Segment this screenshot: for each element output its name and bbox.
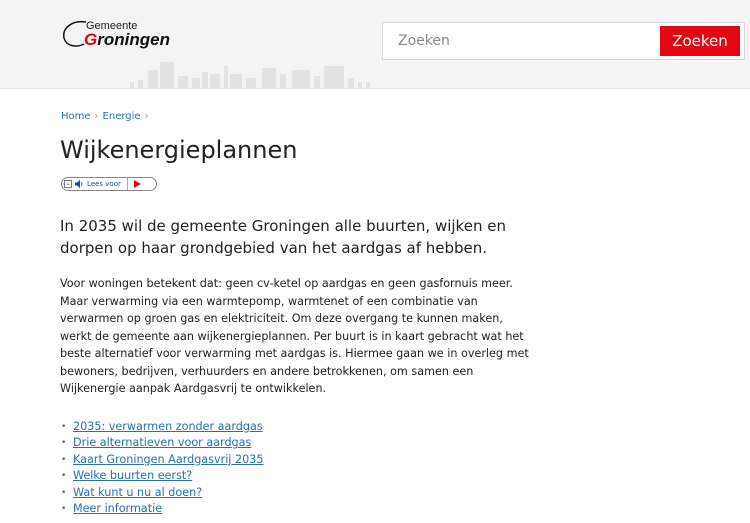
body-text: Voor woningen betekent dat: geen cv-kete… (60, 277, 529, 395)
bullet-icon: • (61, 471, 67, 482)
site-header: Gemeente Groningen Zoeken (0, 0, 750, 89)
list-item: • 2035: verwarmen zonder aardgas (61, 419, 263, 435)
list-item: • Kaart Groningen Aardgasvrij 2035 (61, 452, 263, 468)
search-button[interactable]: Zoeken (660, 26, 740, 56)
list-item: • Wat kunt u nu al doen? (61, 485, 263, 501)
bullet-icon: • (61, 504, 67, 515)
breadcrumb-energie[interactable]: Energie (103, 111, 141, 122)
breadcrumb: Home › Energie › (61, 111, 153, 122)
divider (126, 178, 128, 190)
chevron-right-icon: › (144, 111, 149, 122)
bullet-icon: • (61, 454, 67, 465)
page-title: Wijkenergieplannen (60, 136, 298, 164)
list-item: • Drie alternatieven voor aardgas (61, 435, 263, 451)
link-kaart-groningen[interactable]: Kaart Groningen Aardgasvrij 2035 (73, 452, 263, 468)
read-aloud-label[interactable]: Lees voor (87, 180, 121, 188)
link-meer-informatie[interactable]: Meer informatie (73, 501, 162, 517)
readspeaker-widget[interactable]: ⌄ Lees voor (61, 177, 157, 191)
intro-text: In 2035 wil de gemeente Groningen alle b… (60, 217, 506, 257)
bullet-icon: • (61, 438, 67, 449)
link-drie-alternatieven[interactable]: Drie alternatieven voor aardgas (73, 435, 251, 451)
dropdown-menu-icon[interactable]: ⌄ (64, 180, 72, 188)
search-input[interactable] (383, 23, 668, 59)
chevron-right-icon: › (94, 111, 99, 122)
search-form: Zoeken (382, 22, 745, 60)
bullet-icon: • (61, 422, 67, 432)
breadcrumb-home[interactable]: Home (61, 111, 91, 122)
logo-big-text: Groningen (84, 30, 170, 49)
link-list: • 2035: verwarmen zonder aardgas • Drie al… (61, 419, 263, 517)
speaker-icon (75, 180, 83, 188)
bullet-icon: • (61, 487, 67, 498)
link-2035-verwarmen[interactable]: 2035: verwarmen zonder aardgas (73, 419, 263, 435)
gemeente-groningen-logo[interactable]: Gemeente Groningen (60, 18, 170, 52)
skyline-illustration (130, 62, 370, 88)
list-item: • Welke buurten eerst? (61, 468, 263, 484)
list-item: • Meer informatie (61, 501, 263, 517)
link-wat-kunt-u-doen[interactable]: Wat kunt u nu al doen? (73, 485, 202, 501)
link-welke-buurten[interactable]: Welke buurten eerst? (73, 468, 192, 484)
play-icon[interactable] (133, 180, 141, 188)
